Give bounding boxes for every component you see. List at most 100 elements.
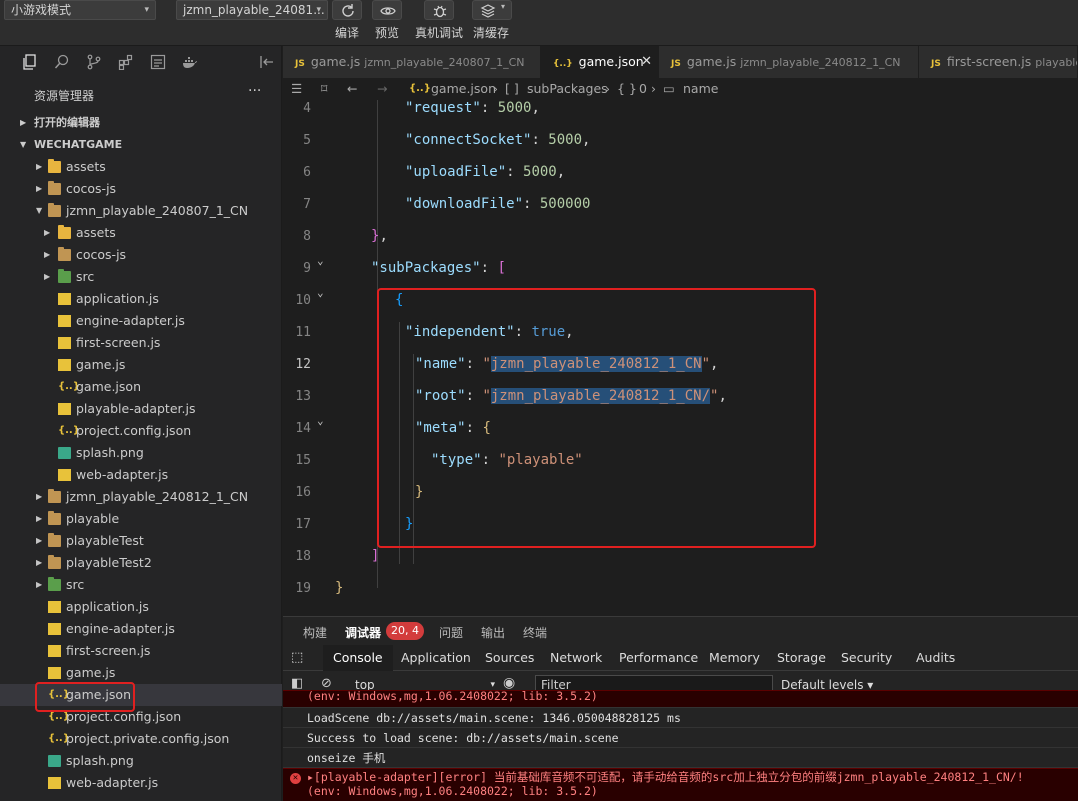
tree-file[interactable]: web-adapter.js bbox=[0, 772, 282, 794]
tab-sources[interactable]: Sources bbox=[485, 645, 534, 671]
tree-folder[interactable]: ▶ playable bbox=[0, 508, 282, 530]
tab-security[interactable]: Security bbox=[841, 645, 892, 671]
tree-file[interactable]: splash.png bbox=[0, 750, 282, 772]
compile-label: 编译 bbox=[335, 26, 360, 40]
tab-problems[interactable]: 问题 bbox=[439, 624, 463, 641]
clear-console-icon[interactable]: ⊘ bbox=[321, 676, 332, 691]
tree-file[interactable]: engine-adapter.js bbox=[0, 310, 282, 332]
tab-debugger[interactable]: 调试器 bbox=[345, 624, 381, 641]
files-icon[interactable] bbox=[22, 54, 38, 70]
log-row-error[interactable]: ✕ ▸[playable-adapter][error] 当前基础库音频不可适配… bbox=[283, 768, 1078, 801]
tree-item-label: splash.png bbox=[76, 445, 144, 460]
tree-folder[interactable]: ▶ cocos-js bbox=[0, 244, 282, 266]
log-text: (env: Windows,mg,1.06.2408022; lib: 3.5.… bbox=[307, 690, 598, 703]
tree-folder[interactable]: ▶ src bbox=[0, 574, 282, 596]
tree-file[interactable]: first-screen.js bbox=[0, 332, 282, 354]
forward-arrow-icon[interactable]: → bbox=[377, 78, 387, 100]
json-key: "connectSocket" bbox=[405, 132, 532, 148]
tab-performance[interactable]: Performance bbox=[619, 645, 698, 671]
tree-file[interactable]: {..} game.json bbox=[0, 376, 282, 398]
back-arrow-icon[interactable]: ← bbox=[347, 78, 357, 100]
remote-debug-button[interactable] bbox=[424, 0, 454, 20]
tree-folder[interactable]: ▶ assets bbox=[0, 156, 282, 178]
json-key: "request" bbox=[405, 100, 481, 116]
tab-application[interactable]: Application bbox=[401, 645, 471, 671]
bookmark-icon[interactable]: ⌑ bbox=[321, 78, 327, 100]
tab-storage[interactable]: Storage bbox=[777, 645, 826, 671]
tree-file[interactable]: game.js bbox=[0, 354, 282, 376]
tab-network[interactable]: Network bbox=[550, 645, 602, 671]
json-file-icon: {..} bbox=[48, 711, 70, 722]
tree-file[interactable]: application.js bbox=[0, 288, 282, 310]
breadcrumb-index[interactable]: 0 bbox=[639, 78, 647, 100]
tab-game-json[interactable]: {..} game.json ✕ bbox=[541, 46, 659, 78]
tree-file[interactable]: playable-adapter.js bbox=[0, 398, 282, 420]
compile-button[interactable] bbox=[332, 0, 362, 20]
extensions-icon[interactable] bbox=[118, 54, 134, 71]
inspect-element-icon[interactable]: ⬚ bbox=[291, 645, 303, 671]
tab-game-js-240807[interactable]: JS game.js jzmn_playable_240807_1_CN bbox=[283, 46, 541, 78]
chevron-right-icon: ▶ bbox=[36, 514, 43, 523]
tab-first-screen-js[interactable]: JS first-screen.jsplayableT bbox=[919, 46, 1078, 78]
chevron-right-icon: ▶ bbox=[36, 558, 43, 567]
tree-folder[interactable]: ▶ assets bbox=[0, 222, 282, 244]
tree-file[interactable]: {..} project.private.config.json bbox=[0, 728, 282, 750]
list-icon[interactable]: ☰ bbox=[291, 78, 302, 100]
tab-audits[interactable]: Audits bbox=[916, 645, 955, 671]
tree-item-label: game.json bbox=[76, 379, 141, 394]
tree-folder[interactable]: ▶ playableTest2 bbox=[0, 552, 282, 574]
tree-folder[interactable]: ▶ jzmn_playable_240812_1_CN bbox=[0, 486, 282, 508]
more-icon[interactable]: ··· bbox=[248, 83, 261, 99]
breadcrumb-name[interactable]: name bbox=[683, 78, 718, 100]
chevron-right-icon: › bbox=[651, 81, 656, 96]
open-editors-label: 打开的编辑器 bbox=[34, 116, 100, 129]
outline-icon[interactable] bbox=[150, 54, 166, 70]
line-number: 10 bbox=[295, 293, 311, 308]
workspace-root[interactable]: ▼ WECHATGAME bbox=[0, 134, 282, 156]
tree-file[interactable]: {..} project.config.json bbox=[0, 420, 282, 442]
code-line: "request": 5000, bbox=[405, 100, 540, 116]
tree-item-label: src bbox=[66, 577, 85, 592]
close-icon[interactable]: ✕ bbox=[641, 46, 652, 78]
tab-build[interactable]: 构建 bbox=[303, 624, 327, 641]
source-control-icon[interactable] bbox=[86, 54, 102, 70]
bug-icon bbox=[433, 5, 447, 18]
chevron-right-icon: ▶ bbox=[20, 118, 27, 127]
tree-file[interactable]: engine-adapter.js bbox=[0, 618, 282, 640]
search-icon[interactable] bbox=[54, 54, 70, 70]
tree-folder[interactable]: ▶ playableTest bbox=[0, 530, 282, 552]
tab-game-js-240812[interactable]: JS game.js jzmn_playable_240812_1_CN bbox=[659, 46, 919, 78]
eye-icon[interactable]: ◉ bbox=[503, 675, 515, 691]
fold-chevron-icon[interactable]: ⌄ bbox=[317, 254, 324, 267]
clear-cache-button[interactable]: ▾ bbox=[472, 0, 512, 20]
tree-file[interactable]: application.js bbox=[0, 596, 282, 618]
collapse-panel-icon[interactable] bbox=[259, 54, 275, 70]
sidebar-toggle-icon[interactable]: ◧ bbox=[291, 676, 303, 691]
tree-folder[interactable]: ▶ cocos-js bbox=[0, 178, 282, 200]
js-file-icon: JS bbox=[931, 59, 941, 69]
open-editors-section[interactable]: ▶ 打开的编辑器 bbox=[0, 112, 282, 134]
tree-file[interactable]: game.js bbox=[0, 662, 282, 684]
tree-file[interactable]: first-screen.js bbox=[0, 640, 282, 662]
tab-output[interactable]: 输出 bbox=[481, 624, 505, 641]
tree-folder[interactable]: ▼ jzmn_playable_240807_1_CN bbox=[0, 200, 282, 222]
eye-icon bbox=[380, 7, 396, 15]
fold-chevron-icon[interactable]: ⌄ bbox=[317, 286, 324, 299]
docker-icon[interactable] bbox=[182, 54, 198, 70]
tree-folder[interactable]: ▶ src bbox=[0, 266, 282, 288]
mode-select[interactable]: 小游戏模式 ▾ bbox=[4, 0, 156, 20]
tab-description: jzmn_playable_240807_1_CN bbox=[364, 56, 525, 69]
breadcrumb-subpackages[interactable]: subPackages bbox=[527, 78, 608, 100]
tab-console[interactable]: Console bbox=[323, 645, 393, 671]
tree-file[interactable]: web-adapter.js bbox=[0, 464, 282, 486]
project-select[interactable]: jzmn_playable_24081... ▾ bbox=[176, 0, 328, 20]
editor-tabs: JS game.js jzmn_playable_240807_1_CN {..} g… bbox=[283, 46, 1078, 78]
tab-terminal[interactable]: 终端 bbox=[523, 624, 547, 641]
preview-button[interactable] bbox=[372, 0, 402, 20]
fold-chevron-icon[interactable]: ⌄ bbox=[317, 414, 324, 427]
folder-icon bbox=[48, 203, 61, 217]
folder-icon bbox=[58, 225, 71, 239]
breadcrumb-file[interactable]: game.json bbox=[431, 78, 496, 100]
tab-memory[interactable]: Memory bbox=[709, 645, 760, 671]
tree-file[interactable]: splash.png bbox=[0, 442, 282, 464]
